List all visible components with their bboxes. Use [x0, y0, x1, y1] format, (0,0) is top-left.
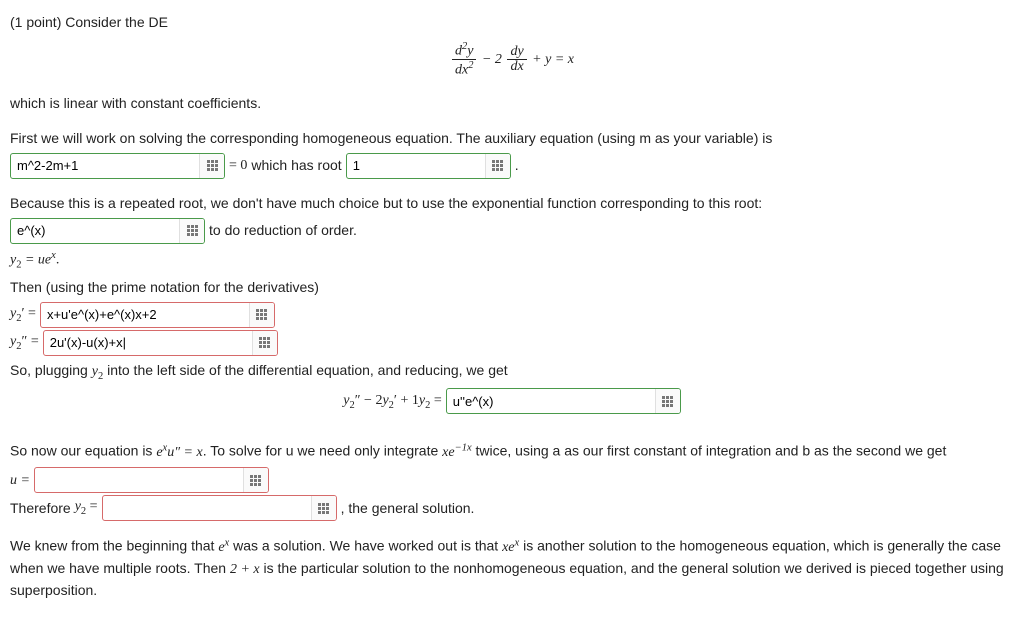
- math-keyboard-button[interactable]: [199, 154, 224, 178]
- aux-root-input[interactable]: [347, 154, 485, 178]
- u-eq-label: u =: [10, 470, 30, 491]
- keypad-icon: [207, 160, 218, 171]
- y2-solution-input-wrap: [102, 495, 337, 521]
- reduced-input[interactable]: [447, 389, 655, 413]
- math-keyboard-button[interactable]: [243, 468, 268, 492]
- reduced-equation-row: y2″ − 2y2′ + 1y2 =: [10, 388, 1014, 414]
- aux-row: = 0 which has root .: [10, 153, 1014, 179]
- aux-paragraph: First we will work on solving the corres…: [10, 128, 1014, 149]
- keypad-icon: [492, 160, 503, 171]
- math-keyboard-button[interactable]: [311, 496, 336, 520]
- plug-text: So, plugging y2 into the left side of th…: [10, 360, 1014, 385]
- intro-text-2: which is linear with constant coefficien…: [10, 93, 1014, 114]
- reduction-input[interactable]: [11, 219, 179, 243]
- prime-note: Then (using the prime notation for the d…: [10, 277, 1014, 298]
- keypad-icon: [256, 309, 267, 320]
- eq-zero: = 0: [229, 155, 247, 176]
- y2-prime-input-wrap: [40, 302, 275, 328]
- keypad-icon: [250, 475, 261, 486]
- math-keyboard-button[interactable]: [252, 331, 277, 355]
- y2-solution-row: Therefore y2 = , the general solution.: [10, 495, 1014, 521]
- intro-line: (1 point) Consider the DE: [10, 12, 1014, 33]
- math-keyboard-button[interactable]: [179, 219, 204, 243]
- keypad-icon: [318, 503, 329, 514]
- math-keyboard-button[interactable]: [655, 389, 680, 413]
- therefore-text: Therefore: [10, 498, 71, 519]
- y2-solution-input[interactable]: [103, 496, 311, 520]
- u-input-wrap: [34, 467, 269, 493]
- math-keyboard-button[interactable]: [249, 303, 274, 327]
- reduction-tail: to do reduction of order.: [209, 220, 357, 241]
- aux-root-input-wrap: [346, 153, 511, 179]
- y2-double-prime-row: y2″ =: [10, 330, 1014, 356]
- period: .: [515, 155, 519, 176]
- solve-u-paragraph: So now our equation is exu″ = x. To solv…: [10, 440, 1014, 463]
- aux-equation-input-wrap: [10, 153, 225, 179]
- points: (1 point): [10, 14, 61, 30]
- intro-text-1: Consider the DE: [65, 14, 168, 30]
- reduction-row: to do reduction of order.: [10, 218, 1014, 244]
- y2-prime-input[interactable]: [41, 303, 249, 327]
- u-row: u =: [10, 467, 1014, 493]
- repeated-root-text: Because this is a repeated root, we don'…: [10, 193, 1014, 214]
- y2-double-prime-input[interactable]: [44, 331, 252, 355]
- keypad-icon: [259, 337, 270, 348]
- has-root-text: which has root: [251, 155, 341, 176]
- math-keyboard-button[interactable]: [485, 154, 510, 178]
- reduction-input-wrap: [10, 218, 205, 244]
- reduced-input-wrap: [446, 388, 681, 414]
- problem-container: (1 point) Consider the DE d2y dx2 − 2 dy…: [10, 12, 1014, 601]
- y2-prime-label: y2′ =: [10, 303, 36, 327]
- main-equation: d2y dx2 − 2 dy dx + y = x: [10, 41, 1014, 79]
- y2-label: y2 =: [75, 496, 98, 520]
- general-solution-text: , the general solution.: [341, 498, 475, 519]
- final-paragraph: We knew from the beginning that ex was a…: [10, 535, 1014, 601]
- y2-def: y2 = uex.: [10, 248, 1014, 273]
- reduced-lhs: y2″ − 2y2′ + 1y2 =: [343, 390, 442, 414]
- keypad-icon: [187, 225, 198, 236]
- keypad-icon: [662, 396, 673, 407]
- u-input[interactable]: [35, 468, 243, 492]
- y2-prime-row: y2′ =: [10, 302, 1014, 328]
- y2-double-prime-label: y2″ =: [10, 331, 39, 355]
- y2-double-prime-input-wrap: [43, 330, 278, 356]
- aux-equation-input[interactable]: [11, 154, 199, 178]
